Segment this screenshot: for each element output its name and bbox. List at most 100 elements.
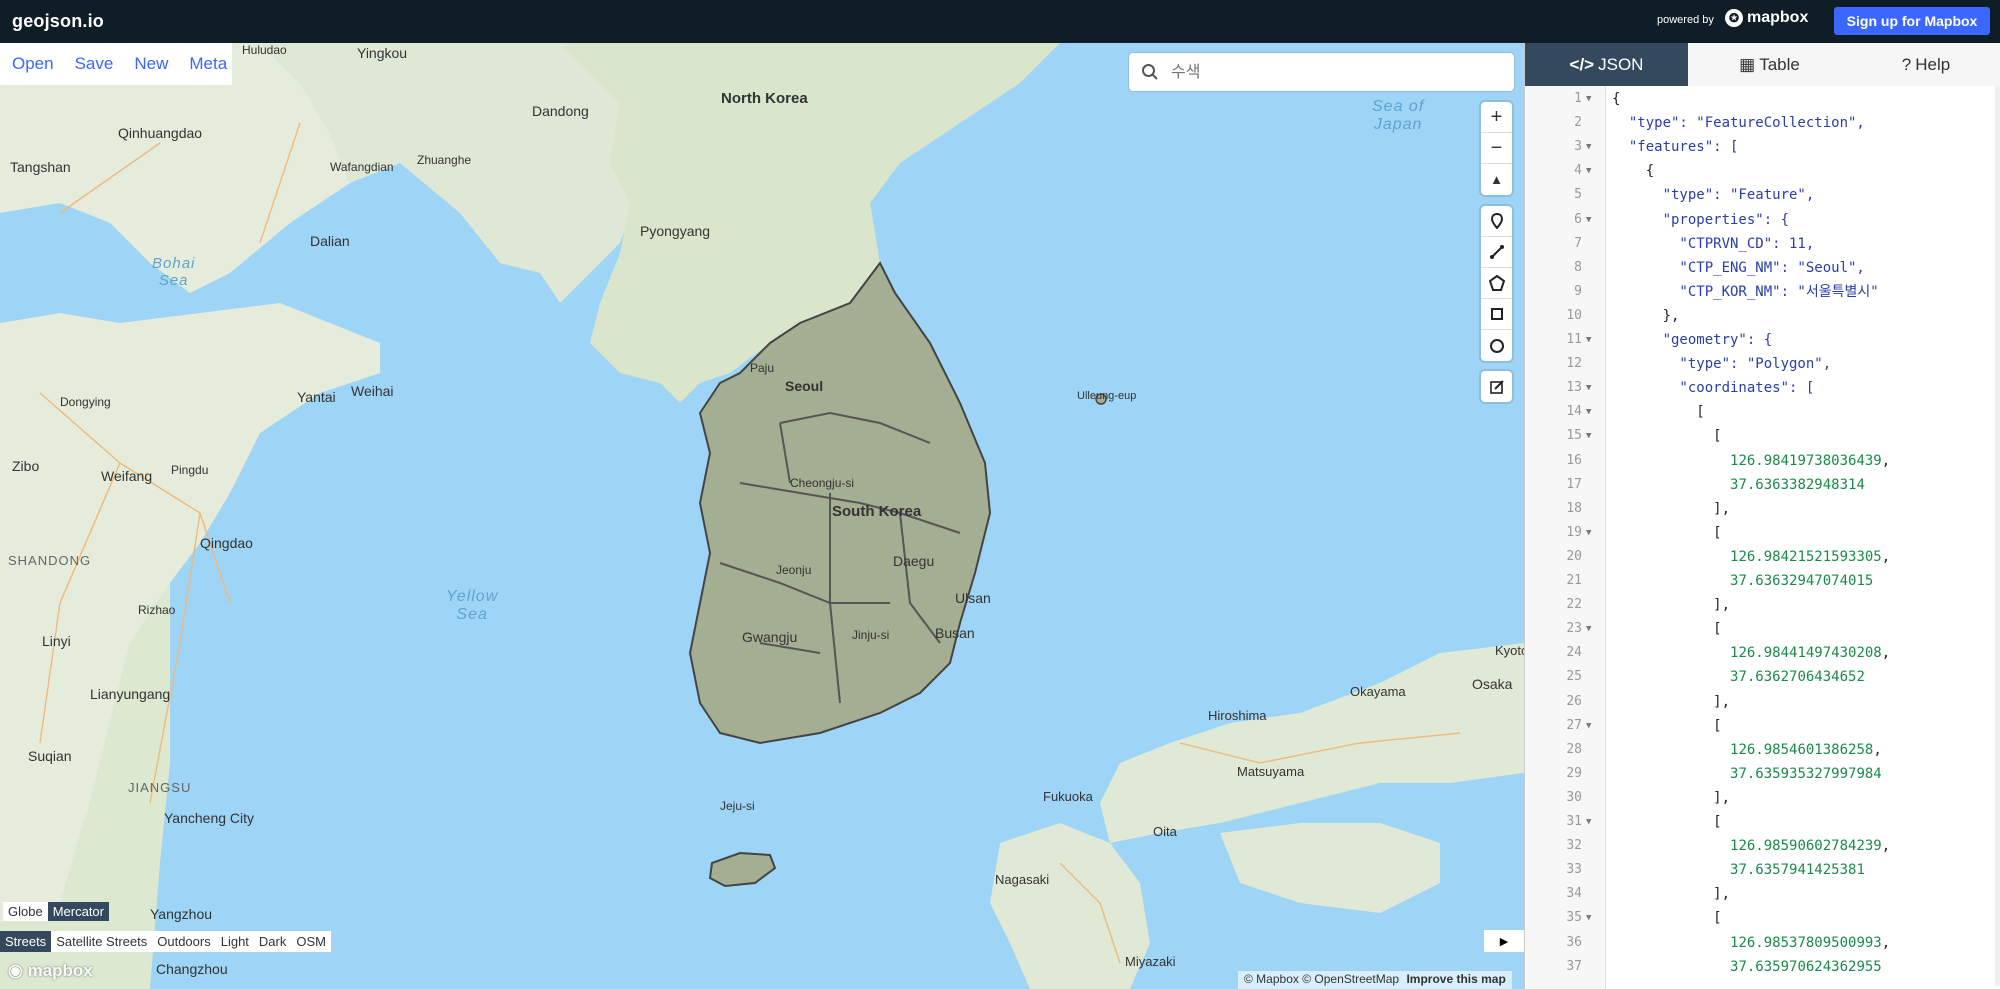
- code-text: "properties": {: [1612, 211, 1790, 228]
- fold-toggle-icon[interactable]: ▼: [1586, 714, 1591, 738]
- label-qinhuangdao: Qinhuangdao: [118, 125, 203, 141]
- improve-map-link[interactable]: Improve this map: [1406, 972, 1505, 986]
- search-icon: [1142, 64, 1158, 80]
- compass-button[interactable]: ▲: [1481, 164, 1512, 195]
- attrib-osm[interactable]: © OpenStreetMap: [1302, 972, 1399, 986]
- map-canvas[interactable]: North Korea South Korea Seoul Pyongyang …: [0, 43, 1524, 989]
- line-number: 22: [1566, 597, 1582, 613]
- line-number: 10: [1566, 307, 1582, 323]
- zoom-in-button[interactable]: +: [1481, 102, 1512, 133]
- code-text: ],: [1612, 500, 1731, 517]
- line-number: 7: [1574, 235, 1582, 251]
- code-text: [: [1612, 404, 1705, 421]
- app-logo[interactable]: geojson.io: [12, 11, 104, 32]
- map-graphic: [0, 43, 1524, 989]
- style-dark[interactable]: Dark: [254, 931, 291, 952]
- code-text: 37.6363382948314: [1730, 476, 1865, 493]
- label-yantai: Yantai: [297, 389, 336, 405]
- mapbox-logo[interactable]: ✪ mapbox: [1725, 9, 1808, 27]
- label-ulsan: Ulsan: [955, 590, 991, 606]
- draw-polygon-button[interactable]: [1481, 268, 1512, 299]
- fold-toggle-icon[interactable]: ▼: [1586, 521, 1591, 545]
- menu-new[interactable]: New: [134, 54, 168, 74]
- fold-toggle-icon[interactable]: ▼: [1586, 810, 1591, 834]
- menu-save[interactable]: Save: [75, 54, 114, 74]
- projection-globe[interactable]: Globe: [3, 902, 48, 921]
- label-yellow-sea: Yellow Sea: [446, 588, 499, 623]
- label-north-korea: North Korea: [721, 90, 808, 107]
- line-number: 6: [1574, 211, 1582, 227]
- code-text: 126.98419738036439,: [1730, 452, 1891, 469]
- circle-icon: [1489, 338, 1504, 353]
- code-text: [: [1612, 524, 1722, 541]
- json-editor[interactable]: 1 ▼{2 "type": "FeatureCollection", 3 ▼ "fea…: [1525, 86, 2000, 989]
- code-text: 37.6362706434652: [1730, 669, 1865, 686]
- collapse-panel-button[interactable]: ▶: [1484, 930, 1524, 952]
- polygon-icon: [1488, 275, 1505, 291]
- code-text: },: [1612, 307, 1680, 324]
- edit-button[interactable]: [1481, 371, 1512, 402]
- style-outdoors[interactable]: Outdoors: [152, 931, 215, 952]
- editor-line: 25 37.6362706434652: [1525, 665, 2000, 689]
- draw-controls: [1481, 206, 1512, 361]
- style-osm[interactable]: OSM: [291, 931, 331, 952]
- menu-open[interactable]: Open: [12, 54, 54, 74]
- projection-mercator[interactable]: Mercator: [47, 902, 109, 921]
- editor-line: 4 ▼ {: [1525, 159, 2000, 183]
- fold-toggle-icon[interactable]: ▼: [1586, 208, 1591, 232]
- editor-line: 7 "CTPRVN_CD": 11,: [1525, 232, 2000, 256]
- search-input[interactable]: [1169, 59, 1503, 87]
- editor-line: 28 126.9854601386258,: [1525, 738, 2000, 762]
- fold-toggle-icon[interactable]: ▼: [1586, 617, 1591, 641]
- style-light[interactable]: Light: [216, 931, 254, 952]
- fold-toggle-icon[interactable]: ▼: [1586, 87, 1591, 111]
- top-bar: geojson.io powered by ✪ mapbox Sign up f…: [0, 0, 2000, 43]
- editor-line: 20 126.98421521593305,: [1525, 545, 2000, 569]
- fold-toggle-icon[interactable]: ▼: [1586, 400, 1591, 424]
- tab-json-label: JSON: [1598, 54, 1644, 74]
- editor-scrollbar[interactable]: [1995, 86, 2000, 986]
- label-linyi: Linyi: [42, 633, 71, 649]
- label-miyazaki: Miyazaki: [1125, 954, 1176, 969]
- fold-toggle-icon[interactable]: ▼: [1586, 424, 1591, 448]
- tab-table-label: Table: [1759, 54, 1800, 74]
- label-south-korea: South Korea: [832, 503, 922, 520]
- tab-table[interactable]: ▦ Table: [1688, 43, 1851, 86]
- label-yancheng: Yancheng City: [164, 810, 255, 826]
- label-seoul: Seoul: [785, 378, 824, 394]
- label-jiangsu: JIANGSU: [128, 780, 192, 795]
- fold-toggle-icon[interactable]: ▼: [1586, 159, 1591, 183]
- code-text: ],: [1612, 693, 1731, 710]
- fold-toggle-icon[interactable]: ▼: [1586, 376, 1591, 400]
- mapbox-watermark[interactable]: ◉ mapbox: [8, 961, 93, 981]
- code-text: "CTP_KOR_NM": "서울특별시": [1612, 283, 1879, 300]
- fold-toggle-icon[interactable]: ▼: [1586, 135, 1591, 159]
- editor-line: 8 "CTP_ENG_NM": "Seoul",: [1525, 256, 2000, 280]
- label-paju: Paju: [750, 361, 775, 375]
- code-text: 37.6357941425381: [1730, 862, 1865, 879]
- style-streets[interactable]: Streets: [0, 931, 52, 952]
- line-number: 8: [1574, 259, 1582, 275]
- draw-line-button[interactable]: [1481, 237, 1512, 268]
- tab-help[interactable]: ? Help: [1851, 43, 2000, 86]
- fold-toggle-icon[interactable]: ▼: [1586, 906, 1591, 930]
- draw-circle-button[interactable]: [1481, 330, 1512, 361]
- menu-meta[interactable]: Meta: [189, 54, 227, 74]
- code-text: {: [1612, 91, 1621, 107]
- line-number: 23: [1566, 621, 1582, 637]
- zoom-out-button[interactable]: −: [1481, 133, 1512, 164]
- fold-toggle-icon[interactable]: ▼: [1586, 328, 1591, 352]
- draw-rectangle-button[interactable]: [1481, 299, 1512, 330]
- search-box: [1129, 53, 1514, 91]
- attrib-mapbox[interactable]: © Mapbox: [1244, 972, 1299, 986]
- code-text: 126.9854601386258,: [1730, 741, 1882, 758]
- label-jeonju: Jeonju: [776, 563, 812, 577]
- tab-json[interactable]: </> JSON: [1525, 43, 1688, 86]
- code-text: 126.98590602784239,: [1730, 838, 1891, 855]
- label-busan: Busan: [935, 625, 975, 641]
- draw-marker-button[interactable]: [1481, 206, 1512, 237]
- mapbox-watermark-text: mapbox: [27, 961, 93, 980]
- style-satellite-streets[interactable]: Satellite Streets: [51, 931, 152, 952]
- signup-button[interactable]: Sign up for Mapbox: [1834, 7, 1990, 35]
- line-number: 27: [1566, 717, 1582, 733]
